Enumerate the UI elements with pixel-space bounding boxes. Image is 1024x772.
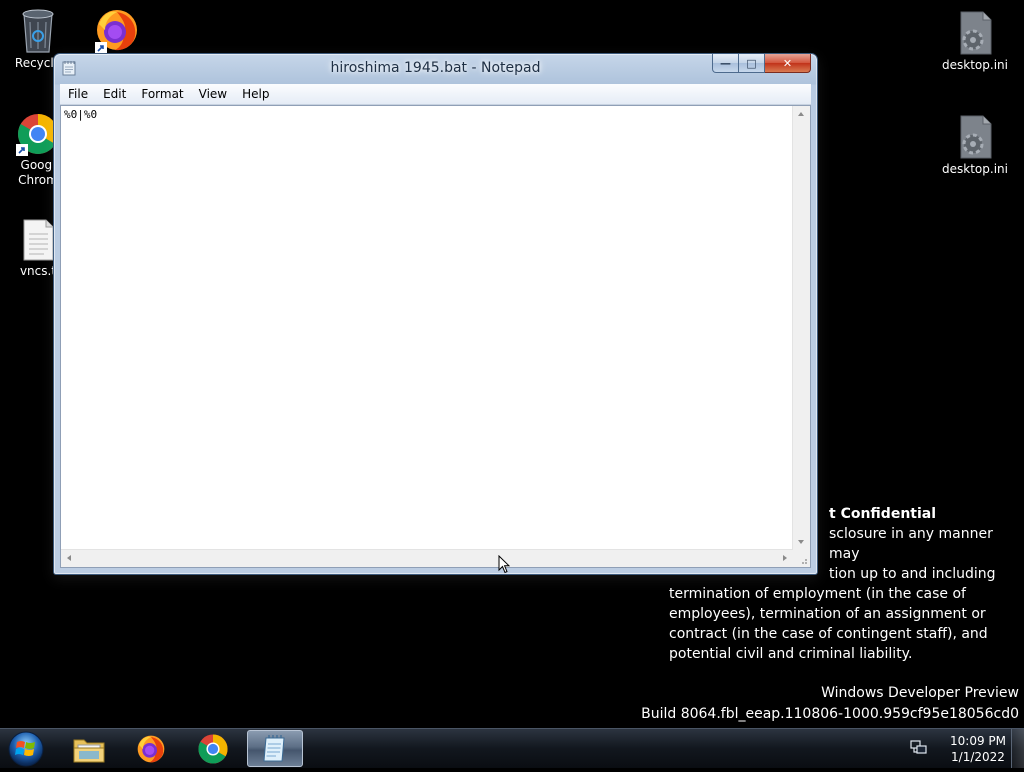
minimize-button[interactable]: — [712, 54, 739, 73]
text-editor[interactable]: %0|%0 [60, 105, 811, 568]
window-title: hiroshima 1945.bat - Notepad [330, 60, 541, 76]
horizontal-scrollbar[interactable] [61, 549, 793, 567]
clock-date: 1/1/2022 [951, 750, 1005, 764]
scroll-up-icon[interactable] [798, 112, 804, 116]
caption-buttons: — □ ✕ [712, 54, 811, 74]
desktop-icon-firefox[interactable] [79, 6, 155, 56]
show-desktop-button[interactable] [1011, 729, 1024, 768]
scroll-down-icon[interactable] [798, 540, 804, 544]
network-icon[interactable] [910, 740, 928, 756]
scroll-left-icon[interactable] [67, 555, 71, 561]
recycle-bin-icon [22, 9, 54, 53]
taskbar-explorer[interactable] [61, 730, 117, 767]
desktop: Recycle Googl Chrom vncs.t desktop.ini d… [0, 0, 1024, 728]
watermark-line: potential civil and criminal liability. [669, 646, 913, 662]
editor-content[interactable]: %0|%0 [64, 108, 790, 121]
watermark-line: employees), termination of an assignment… [669, 606, 986, 622]
settings-file-icon [960, 115, 992, 159]
system-tray: 10:09 PM 1/1/2022 [904, 729, 1024, 769]
menu-file[interactable]: File [60, 84, 95, 104]
menu-help[interactable]: Help [234, 84, 276, 104]
taskbar-notepad[interactable] [247, 730, 303, 767]
close-icon: ✕ [782, 56, 793, 70]
clock-time: 10:09 PM [950, 734, 1006, 748]
menu-bar: File Edit Format View Help [60, 84, 811, 105]
menu-edit[interactable]: Edit [95, 84, 133, 104]
mouse-cursor-icon [498, 555, 510, 574]
firefox-icon [137, 735, 165, 762]
text-file-icon [23, 219, 54, 261]
scroll-right-icon[interactable] [783, 555, 787, 561]
notepad-icon [263, 734, 285, 761]
resize-grip-icon [802, 559, 807, 564]
os-name: Windows Developer Preview [821, 685, 1019, 701]
taskbar-chrome[interactable] [185, 730, 241, 767]
desktop-ini-1-label: desktop.ini [942, 58, 1008, 72]
resize-grip[interactable] [793, 550, 810, 567]
clock[interactable]: 10:09 PM 1/1/2022 [950, 733, 1006, 765]
minimize-icon: — [720, 56, 731, 70]
menu-format[interactable]: Format [133, 84, 190, 104]
build-info: Windows Developer Preview Build 8064.fbl… [641, 683, 1019, 725]
desktop-icon-desktop-ini-1[interactable]: desktop.ini [937, 10, 1013, 73]
maximize-button[interactable]: □ [739, 54, 765, 73]
title-bar[interactable]: hiroshima 1945.bat - Notepad — □ ✕ [54, 54, 817, 82]
vertical-scrollbar[interactable] [792, 106, 810, 550]
desktop-icon-desktop-ini-2[interactable]: desktop.ini [937, 114, 1013, 177]
taskbar: 10:09 PM 1/1/2022 [0, 728, 1024, 768]
folder-icon [73, 739, 105, 762]
notepad-window[interactable]: hiroshima 1945.bat - Notepad — □ ✕ File … [53, 53, 818, 575]
build-number: Build 8064.fbl_eeap.110806-1000.959cf95e… [641, 706, 1019, 722]
maximize-icon: □ [746, 56, 757, 70]
watermark-line: termination of employment (in the case o… [669, 586, 966, 602]
windows-start-icon [8, 731, 44, 767]
close-button[interactable]: ✕ [765, 54, 811, 73]
chrome-icon [198, 733, 228, 764]
shortcut-arrow-icon [16, 144, 28, 156]
start-button[interactable] [5, 730, 47, 768]
menu-view[interactable]: View [191, 84, 234, 104]
taskbar-firefox[interactable] [123, 730, 179, 767]
watermark-line: contract (in the case of contingent staf… [669, 626, 988, 642]
desktop-ini-2-label: desktop.ini [942, 162, 1008, 176]
settings-file-icon [960, 11, 992, 55]
